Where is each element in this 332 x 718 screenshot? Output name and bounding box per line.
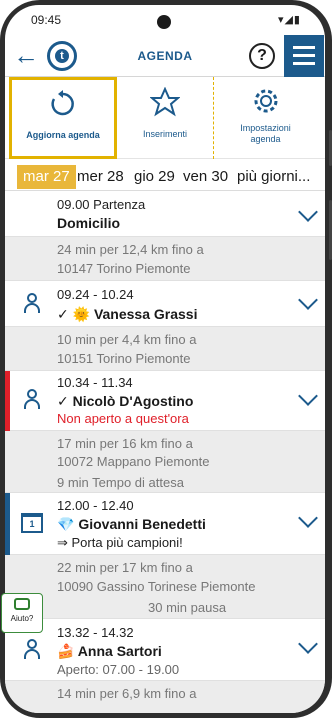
customer-name: ✓ 🌞 Vanessa Grassi <box>57 306 198 322</box>
chevron-down-icon[interactable] <box>298 508 318 528</box>
travel-row: 22 min per 17 km fino a 10090 Gassino To… <box>5 555 325 619</box>
start-place: Domicilio <box>57 215 121 231</box>
insert-button[interactable]: Inserimenti <box>115 77 215 159</box>
chevron-down-icon[interactable] <box>298 634 318 654</box>
refresh-icon <box>12 90 114 124</box>
appointment-note: ⇒ Porta più campioni! <box>57 535 183 550</box>
star-icon <box>115 86 215 123</box>
travel-row: 17 min per 16 km fino a 10072 Mappano Pi… <box>5 431 325 493</box>
appointment-time: 12.00 - 12.40 <box>57 498 134 513</box>
refresh-agenda-label: Aggiorna agenda <box>26 130 100 140</box>
status-bar: 09:45 ▾◢▮ <box>5 5 325 35</box>
appointment-time: 09.24 - 10.24 <box>57 287 134 302</box>
customer-name: 🍰 Anna Sartori <box>57 643 162 659</box>
type-stripe <box>5 493 10 555</box>
chevron-down-icon[interactable] <box>298 386 318 406</box>
app-header: ← t AGENDA ? <box>5 35 325 77</box>
help-button[interactable]: ? <box>249 43 275 69</box>
customer-name: 💎 Giovanni Benedetti <box>57 516 206 532</box>
tab-more-days[interactable]: più giorni... <box>237 165 310 189</box>
person-icon <box>23 389 41 409</box>
hamburger-menu-icon[interactable] <box>284 35 324 77</box>
travel-distance: 17 min per 16 km fino a <box>57 436 193 451</box>
break-time: 30 min pausa <box>148 600 227 615</box>
help-chat-label: Aiuto? <box>10 614 34 623</box>
calendar-icon: 1 <box>21 513 43 533</box>
screen: 09:45 ▾◢▮ ← t AGENDA ? Aggiorna agenda I… <box>5 5 325 713</box>
travel-distance: 10 min per 4,4 km fino a <box>57 332 197 347</box>
appointment-row[interactable]: 09.24 - 10.24 ✓ 🌞 Vanessa Grassi <box>5 281 325 327</box>
help-chat-button[interactable]: Aiuto? <box>1 593 43 633</box>
appointment-time: 13.32 - 14.32 <box>57 625 134 640</box>
alert-stripe <box>5 371 10 431</box>
chevron-down-icon[interactable] <box>298 202 318 222</box>
appointment-time: 10.34 - 11.34 <box>57 375 133 390</box>
travel-destination: 10072 Mappano Piemonte <box>57 454 210 469</box>
front-camera <box>157 15 171 29</box>
opening-warning: Non aperto a quest'ora <box>57 411 189 426</box>
travel-distance: 14 min per 6,9 km fino a <box>57 686 197 701</box>
appointment-row[interactable]: 10.34 - 11.34 ✓ Nicolò D'Agostino Non ap… <box>5 371 325 431</box>
tab-date-mar-27[interactable]: mar 27 <box>17 165 76 189</box>
person-icon <box>23 639 41 659</box>
date-tabs: mar 27 mer 28 gio 29 ven 30 più giorni..… <box>5 165 325 191</box>
chevron-down-icon[interactable] <box>298 290 318 310</box>
refresh-agenda-button[interactable]: Aggiorna agenda <box>9 77 117 159</box>
travel-distance: 24 min per 12,4 km fino a <box>57 242 204 257</box>
start-time: 09.00 Partenza <box>57 197 146 212</box>
travel-row: 24 min per 12,4 km fino a 10147 Torino P… <box>5 237 325 281</box>
status-time: 09:45 <box>31 13 62 27</box>
opening-hours: Aperto: 07.00 - 19.00 <box>57 662 180 677</box>
travel-destination: 10090 Gassino Torinese Piemonte <box>57 579 256 594</box>
appointment-row[interactable]: 1 12.00 - 12.40 💎 Giovanni Benedetti ⇒ P… <box>5 493 325 555</box>
appointment-row[interactable]: 13.32 - 14.32 🍰 Anna Sartori Aperto: 07.… <box>5 619 325 681</box>
agenda-settings-button[interactable]: Impostazioni agenda <box>213 77 317 159</box>
travel-row: 10 min per 4,4 km fino a 10151 Torino Pi… <box>5 327 325 371</box>
page-title: AGENDA <box>137 49 193 63</box>
travel-destination: 10147 Torino Piemonte <box>57 261 191 276</box>
tab-date-gio-29[interactable]: gio 29 <box>134 165 175 189</box>
waiting-time: 9 min Tempo di attesa <box>57 475 184 490</box>
travel-row: 14 min per 6,9 km fino a <box>5 681 325 713</box>
customer-name: ✓ Nicolò D'Agostino <box>57 393 194 409</box>
person-icon <box>23 293 41 313</box>
agenda-toolbar: Aggiorna agenda Inserimenti Impostazioni… <box>5 77 325 159</box>
phone-frame: 09:45 ▾◢▮ ← t AGENDA ? Aggiorna agenda I… <box>0 0 332 718</box>
travel-distance: 22 min per 17 km fino a <box>57 560 193 575</box>
status-icons: ▾◢▮ <box>277 14 301 26</box>
insert-label: Inserimenti <box>142 129 187 139</box>
chat-bubble-icon <box>14 598 30 610</box>
tab-date-ven-30[interactable]: ven 30 <box>183 165 228 189</box>
tab-date-mer-28[interactable]: mer 28 <box>77 165 124 189</box>
agenda-settings-label: Impostazioni agenda <box>240 123 291 144</box>
agenda-start-row[interactable]: 09.00 Partenza Domicilio <box>5 193 325 237</box>
gear-icon <box>214 87 317 121</box>
travel-destination: 10151 Torino Piemonte <box>57 351 191 366</box>
